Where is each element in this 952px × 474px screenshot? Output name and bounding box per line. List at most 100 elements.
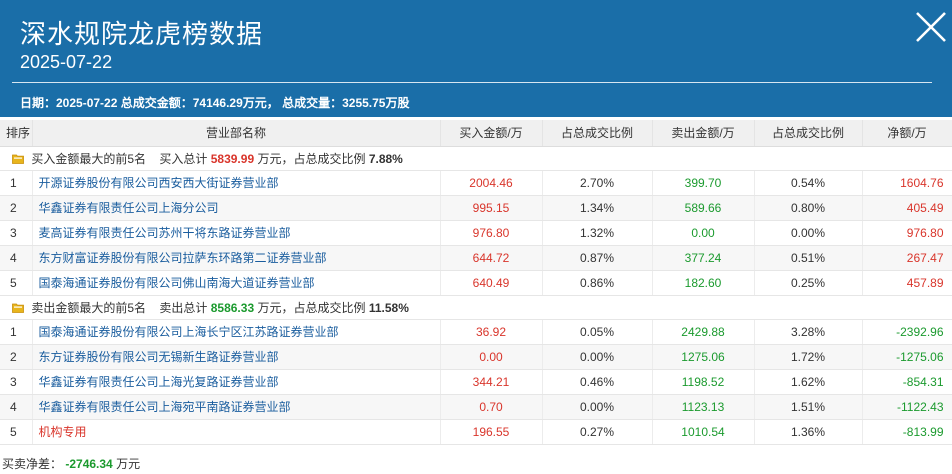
branch-link[interactable]: 国泰海通证券股份有限公司上海长宁区江苏路证券营业部 [39,325,339,339]
net-amount-cell: 976.80 [862,220,952,246]
branch-link[interactable]: 麦高证券有限责任公司苏州干将东路证券营业部 [39,226,291,240]
table-row: 2 华鑫证券有限责任公司上海分公司 995.15 1.34% 589.66 0.80% 40… [0,195,952,221]
col-header-sell-ratio[interactable]: 占总成交比例 [754,120,863,147]
table-row: 2 东方证券股份有限公司无锡新生路证券营业部 0.00 0.00% 1275.06 1.7… [0,344,952,370]
buy-total-prefix: 买入总计 [159,151,208,166]
buy-ratio-cell: 0.00% [542,344,653,370]
sell-ratio-cell: 1.62% [754,369,863,395]
branch-name-cell: 麦高证券有限责任公司苏州干将东路证券营业部 [32,220,441,246]
sell-total-ratio: 11.58% [368,300,409,315]
sell-amount-cell: 589.66 [652,195,755,221]
net-difference-unit: 万元 [116,457,141,471]
table-row: 1 开源证券股份有限公司西安西大街证券营业部 2004.46 2.70% 399.70 0… [0,170,952,196]
net-amount-cell: -854.31 [862,369,952,395]
sell-ratio-cell: 0.51% [754,245,863,271]
folder-icon [12,153,24,164]
net-amount-cell: 1604.76 [862,170,952,196]
buy-group-cell: 买入金额最大的前5名 买入总计 5839.99 万元，占总成交比例 7.88% [0,146,952,171]
sell-ratio-cell: 1.72% [754,344,863,370]
folder-icon [12,302,24,313]
rank-cell: 5 [0,270,33,296]
buy-amount-cell: 640.49 [440,270,543,296]
sell-total-unit: 万元，占总成交比例 [257,300,366,315]
sell-total-value: 8586.33 [210,300,255,315]
branch-link[interactable]: 国泰海通证券股份有限公司佛山南海大道证券营业部 [39,276,315,290]
buy-amount-cell: 976.80 [440,220,543,246]
sell-amount-cell: 1198.52 [652,369,755,395]
dragon-tiger-table: 排序 营业部名称 买入金额/万 占总成交比例 卖出金额/万 占总成交比例 净额/… [0,120,952,445]
rank-cell: 1 [0,319,33,345]
branch-name-cell: 华鑫证券有限责任公司上海宛平南路证券营业部 [32,394,441,420]
buy-ratio-cell: 0.05% [542,319,653,345]
sell-amount-cell: 377.24 [652,245,755,271]
buy-amount-cell: 344.21 [440,369,543,395]
col-header-net[interactable]: 净额/万 [862,120,952,147]
branch-name-cell: 开源证券股份有限公司西安西大街证券营业部 [32,170,441,196]
buy-total-ratio: 7.88% [368,151,403,166]
buy-total-value: 5839.99 [210,151,255,166]
sell-total-prefix: 卖出总计 [159,300,208,315]
net-amount-cell: -813.99 [862,419,952,445]
header-date: 2025-07-22 [20,52,113,72]
branch-link[interactable]: 东方财富证券股份有限公司拉萨东环路第二证券营业部 [39,251,327,265]
col-header-branch[interactable]: 营业部名称 [32,120,441,147]
buy-ratio-cell: 0.27% [542,419,653,445]
col-header-sell[interactable]: 卖出金额/万 [652,120,755,147]
buy-ratio-cell: 1.32% [542,220,653,246]
sell-amount-cell: 0.00 [652,220,755,246]
branch-link[interactable]: 东方证券股份有限公司无锡新生路证券营业部 [39,350,279,364]
buy-ratio-cell: 0.00% [542,394,653,420]
col-header-rank[interactable]: 排序 [0,120,33,147]
branch-name-cell: 东方财富证券股份有限公司拉萨东环路第二证券营业部 [32,245,441,271]
header-banner: 深水规院龙虎榜数据 2025-07-22 日期：2025-07-22 总成交金额… [0,0,952,117]
branch-link[interactable]: 华鑫证券有限责任公司上海宛平南路证券营业部 [39,400,291,414]
rank-cell: 3 [0,369,33,395]
table-row: 5 机构专用 196.55 0.27% 1010.54 1.36% -813.99 [0,419,952,445]
sell-amount-cell: 399.70 [652,170,755,196]
buy-ratio-cell: 1.34% [542,195,653,221]
buy-amount-cell: 0.70 [440,394,543,420]
rank-cell: 4 [0,245,33,271]
net-amount-cell: 457.89 [862,270,952,296]
close-icon [916,12,946,42]
net-amount-cell: -2392.96 [862,319,952,345]
sell-group-row: 卖出金额最大的前5名 卖出总计 8586.33 万元，占总成交比例 11.58% [0,295,952,320]
buy-ratio-cell: 2.70% [542,170,653,196]
sell-amount-cell: 1123.13 [652,394,755,420]
branch-name-cell: 华鑫证券有限责任公司上海光复路证券营业部 [32,369,441,395]
rank-cell: 2 [0,344,33,370]
buy-ratio-cell: 0.46% [542,369,653,395]
net-amount-cell: 405.49 [862,195,952,221]
net-amount-cell: -1122.43 [862,394,952,420]
col-header-buy-ratio[interactable]: 占总成交比例 [542,120,653,147]
rank-cell: 2 [0,195,33,221]
table-header-row: 排序 营业部名称 买入金额/万 占总成交比例 卖出金额/万 占总成交比例 净额/… [0,120,952,147]
sell-ratio-cell: 1.36% [754,419,863,445]
rank-cell: 1 [0,170,33,196]
branch-link[interactable]: 华鑫证券有限责任公司上海光复路证券营业部 [39,375,279,389]
table-row: 3 麦高证券有限责任公司苏州干将东路证券营业部 976.80 1.32% 0.00 0.0… [0,220,952,246]
branch-name-cell: 华鑫证券有限责任公司上海分公司 [32,195,441,221]
close-button[interactable] [912,8,950,46]
col-header-buy[interactable]: 买入金额/万 [440,120,543,147]
net-amount-cell: -1275.06 [862,344,952,370]
buy-group-label: 买入金额最大的前5名 [31,151,147,166]
branch-link[interactable]: 华鑫证券有限责任公司上海分公司 [39,201,219,215]
branch-name-cell: 国泰海通证券股份有限公司佛山南海大道证券营业部 [32,270,441,296]
buy-group-row: 买入金额最大的前5名 买入总计 5839.99 万元，占总成交比例 7.88% [0,146,952,171]
branch-name-cell: 东方证券股份有限公司无锡新生路证券营业部 [32,344,441,370]
branch-link[interactable]: 机构专用 [39,425,87,439]
buy-amount-cell: 2004.46 [440,170,543,196]
sell-amount-cell: 1010.54 [652,419,755,445]
branch-link[interactable]: 开源证券股份有限公司西安西大街证券营业部 [39,176,279,190]
sell-amount-cell: 1275.06 [652,344,755,370]
sell-ratio-cell: 0.80% [754,195,863,221]
buy-amount-cell: 196.55 [440,419,543,445]
buy-amount-cell: 36.92 [440,319,543,345]
rank-cell: 5 [0,419,33,445]
table-row: 3 华鑫证券有限责任公司上海光复路证券营业部 344.21 0.46% 1198.52 1… [0,369,952,395]
buy-amount-cell: 0.00 [440,344,543,370]
sell-group-cell: 卖出金额最大的前5名 卖出总计 8586.33 万元，占总成交比例 11.58% [0,295,952,320]
sell-ratio-cell: 0.00% [754,220,863,246]
header-divider [12,82,932,83]
